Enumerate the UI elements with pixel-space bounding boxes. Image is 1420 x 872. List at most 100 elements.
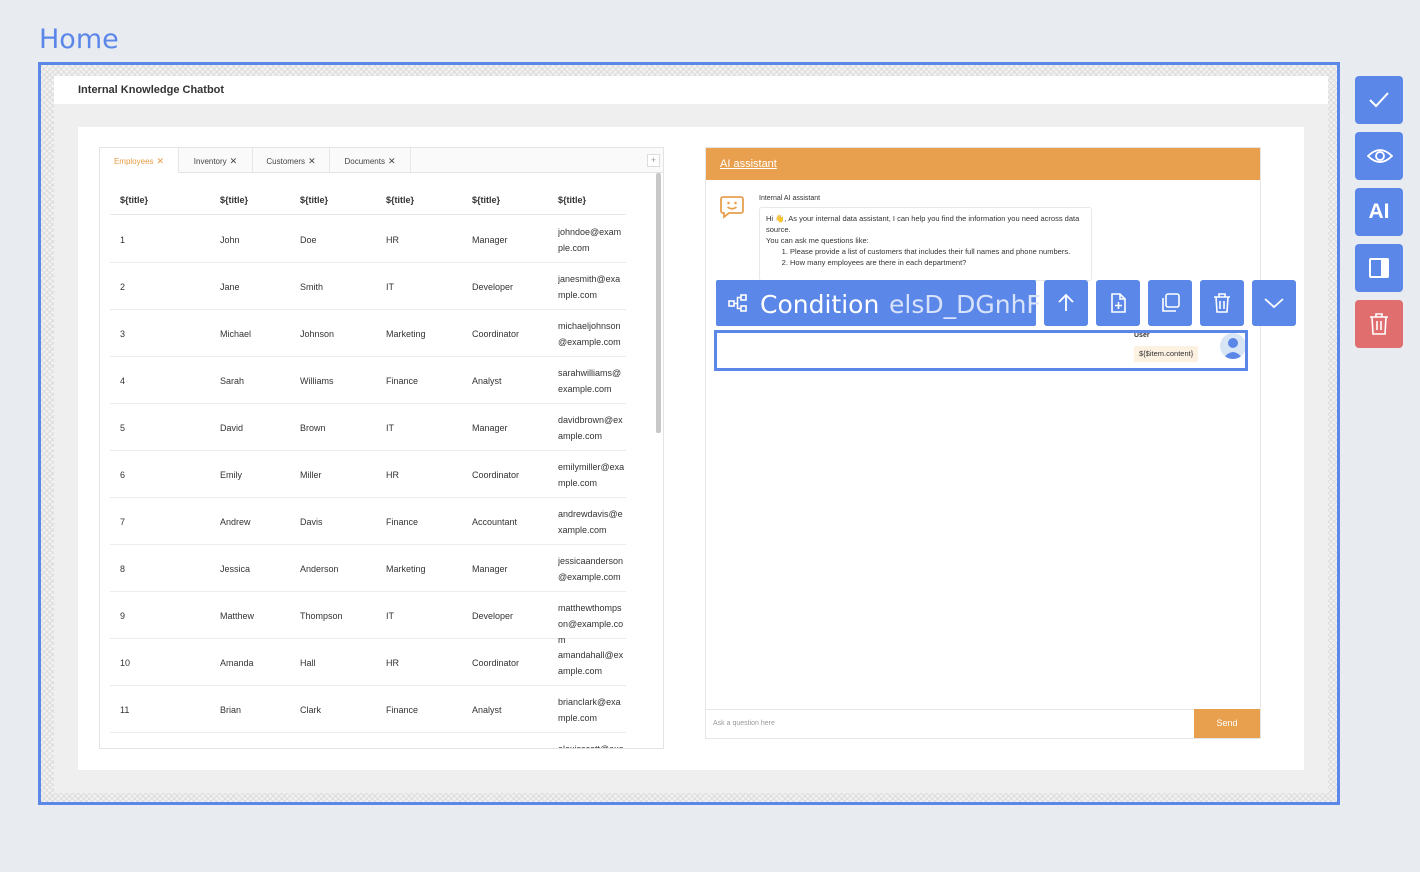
table-cell: Amanda: [220, 658, 254, 668]
table-cell: Thompson: [300, 611, 343, 621]
table-cell: David: [220, 423, 244, 433]
checkmark-icon: [1369, 92, 1389, 108]
tab-customers[interactable]: Customers ✕: [253, 148, 330, 173]
table-row[interactable]: 11 Brian Clark Finance Analyst brianclark@exa…: [110, 686, 626, 733]
table-row[interactable]: 4 Sarah Williams Finance Analyst sarahwilliam…: [110, 357, 626, 404]
table-cell: andrewdavis@example.com: [558, 509, 623, 535]
table-cell: Coordinator: [472, 329, 520, 339]
table-row[interactable]: 5 David Brown IT Manager davidbrown@example.c…: [110, 404, 626, 451]
table-row[interactable]: 10 Amanda Hall HR Coordinator amandahall@exam…: [110, 639, 626, 686]
table-cell: Sarah: [220, 376, 245, 386]
table-cell: Marketing: [386, 564, 426, 574]
bot-greeting: Hi 👋, As your internal data assistant, I…: [766, 214, 1080, 234]
table-cell: Doe: [300, 235, 317, 245]
table-row[interactable]: 2 Jane Smith IT Developer janesmith@example.c…: [110, 263, 626, 310]
column-header[interactable]: ${title}: [386, 195, 414, 205]
app-canvas: Internal Knowledge Chatbot Employees ✕ In…: [54, 76, 1328, 793]
bot-message: Hi 👋, As your internal data assistant, I…: [759, 207, 1092, 281]
table-cell: Miller: [300, 470, 322, 480]
tab-employees[interactable]: Employees ✕: [100, 148, 179, 173]
app-title: Internal Knowledge Chatbot: [78, 84, 225, 96]
bot-intro: You can ask me questions like:: [766, 236, 869, 245]
table-cell: HR: [386, 470, 399, 480]
trash-icon: [1370, 313, 1388, 335]
column-header[interactable]: ${title}: [120, 195, 148, 205]
table-cell: 7: [120, 517, 126, 527]
save-button[interactable]: [1355, 76, 1403, 124]
duplicate-button[interactable]: [1148, 280, 1192, 326]
table-cell: Hall: [300, 658, 316, 668]
table-cell: Finance: [386, 705, 419, 715]
send-button[interactable]: Send: [1194, 709, 1260, 738]
table-cell: Developer: [472, 282, 514, 292]
table-cell: Davis: [300, 517, 323, 527]
table-row[interactable]: 6 Emily Miller HR Coordinator emilymiller@exa…: [110, 451, 626, 498]
table-cell: 3: [120, 329, 126, 339]
canvas-selection-frame[interactable]: Internal Knowledge Chatbot Employees ✕ In…: [38, 62, 1340, 805]
close-icon[interactable]: ✕: [388, 156, 396, 166]
table-cell: Andrew: [220, 517, 251, 527]
arrow-up-icon: [1058, 293, 1074, 311]
page-title: Home: [39, 24, 119, 55]
table-cell: michaeljohnson@example.com: [558, 321, 621, 347]
tab-inventory[interactable]: Inventory ✕: [179, 148, 253, 173]
file-plus-icon: [1111, 293, 1126, 313]
preview-button[interactable]: [1355, 132, 1403, 180]
example-question[interactable]: Please provide a list of customers that …: [790, 246, 1085, 257]
column-header[interactable]: ${title}: [300, 195, 328, 205]
table-row[interactable]: 7 Andrew Davis Finance Accountant andrewdavis…: [110, 498, 626, 545]
table-cell: Analyst: [472, 376, 502, 386]
table-cell: Brian: [220, 705, 242, 715]
data-panel: Employees ✕ Inventory ✕ Customers ✕ Documen…: [99, 147, 664, 749]
table-cell: Finance: [386, 517, 419, 527]
column-header[interactable]: ${title}: [472, 195, 500, 205]
table-cell: 10: [120, 658, 131, 668]
column-header[interactable]: ${title}: [558, 195, 586, 205]
table-row[interactable]: 3 Michael Johnson Marketing Coordinator micha…: [110, 310, 626, 357]
table-cell: Manager: [472, 235, 508, 245]
bot-avatar-icon: [720, 196, 744, 219]
more-options-button[interactable]: [1252, 280, 1296, 326]
table-cell: Brown: [300, 423, 326, 433]
app-header: Internal Knowledge Chatbot: [54, 76, 1328, 104]
add-component-button[interactable]: [1096, 280, 1140, 326]
ai-button[interactable]: AI: [1355, 188, 1403, 236]
table-scrollbar[interactable]: [656, 173, 661, 433]
tab-bar: Employees ✕ Inventory ✕ Customers ✕ Documen…: [100, 148, 663, 173]
table-cell: emilymiller@example.com: [558, 462, 625, 488]
component-label-bar[interactable]: Condition elsD_DGnhF: [716, 280, 1041, 326]
bot-name: Internal AI assistant: [759, 195, 821, 202]
table-cell: Johnson: [300, 329, 335, 339]
tab-label: Customers: [266, 157, 306, 166]
column-header[interactable]: ${title}: [220, 195, 248, 205]
table-cell: Smith: [300, 282, 324, 292]
move-up-button[interactable]: [1044, 280, 1088, 326]
tab-documents[interactable]: Documents ✕: [330, 148, 411, 173]
selected-component-outline[interactable]: [714, 330, 1248, 371]
toggle-panel-button[interactable]: [1355, 244, 1403, 292]
table-row[interactable]: alexisscott@example.com: [110, 733, 626, 749]
table-cell: alexisscott@example.com: [558, 744, 624, 749]
table-cell: HR: [386, 235, 399, 245]
close-icon[interactable]: ✕: [157, 156, 165, 166]
question-input[interactable]: Ask a question here: [706, 709, 1194, 738]
table-row[interactable]: 1 John Doe HR Manager johndoe@example.com: [110, 216, 626, 263]
table-cell: brianclark@example.com: [558, 697, 621, 723]
close-icon[interactable]: ✕: [308, 156, 316, 166]
example-question[interactable]: How many employees are there in each dep…: [790, 257, 1085, 268]
example-questions: Please provide a list of customers that …: [766, 246, 1085, 268]
delete-component-button[interactable]: [1200, 280, 1244, 326]
table-row[interactable]: 9 Matthew Thompson IT Developer matthewthomps…: [110, 592, 626, 645]
table-cell: Matthew: [220, 611, 255, 621]
table-row[interactable]: 8 Jessica Anderson Marketing Manager jessicaa…: [110, 545, 626, 592]
close-icon[interactable]: ✕: [230, 156, 238, 166]
table-cell: IT: [386, 611, 394, 621]
table-cell: janesmith@example.com: [558, 274, 621, 300]
table-cell: jessicaanderson@example.com: [558, 556, 624, 582]
table-cell: Manager: [472, 423, 508, 433]
delete-page-button[interactable]: [1355, 300, 1403, 348]
table-cell: IT: [386, 282, 394, 292]
add-tab-button[interactable]: +: [647, 154, 660, 167]
table-cell: Williams: [300, 376, 334, 386]
table-cell: 5: [120, 423, 126, 433]
